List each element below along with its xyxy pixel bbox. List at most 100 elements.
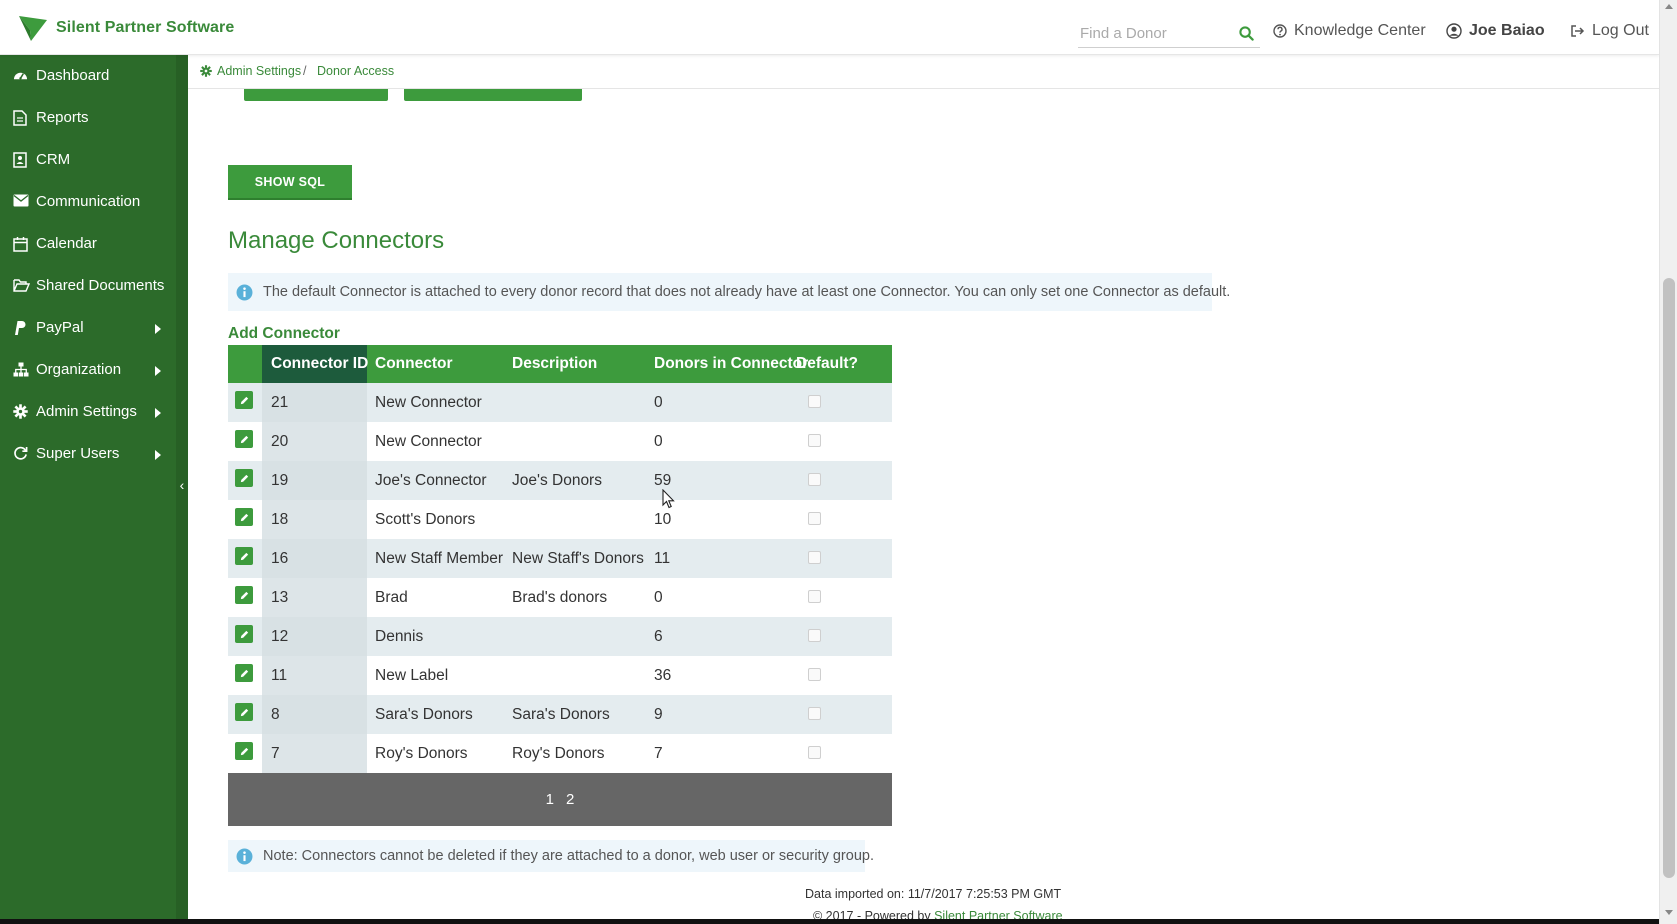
scroll-down-icon[interactable] [1665,910,1673,915]
edit-button[interactable] [235,625,253,643]
sidebar-collapse-button[interactable]: ‹ [176,473,188,497]
cell-donors: 7 [654,745,663,762]
default-checkbox[interactable] [808,707,821,720]
sidebar-item-dashboard[interactable]: Dashboard [0,55,176,97]
caret-right-icon [155,366,161,376]
page-1-link[interactable]: 1 [546,791,554,808]
edit-button[interactable] [235,469,253,487]
connectors-table: Connector ID Connector Description Donor… [228,345,892,826]
header-donors[interactable]: Donors in Connector [654,345,808,383]
sidebar-item-communication[interactable]: Communication [0,181,176,223]
default-checkbox[interactable] [808,473,821,486]
search-icon[interactable] [1239,26,1254,41]
pencil-icon [239,746,250,757]
cell-connector: Dennis [375,628,424,645]
default-checkbox[interactable] [808,590,821,603]
cell-donors: 0 [654,394,663,411]
user-menu[interactable]: Joe Baiao [1446,22,1545,40]
cell-connector: Joe's Connector [375,472,487,489]
cell-donors: 11 [654,550,671,567]
default-checkbox[interactable] [808,434,821,447]
sign-out-icon [1570,24,1585,38]
cell-donors: 0 [654,433,663,450]
table-row: 21 New Connector 0 [228,383,892,422]
cell-id: 8 [262,695,367,734]
breadcrumb-admin-settings[interactable]: Admin Settings [217,64,301,78]
edit-button[interactable] [235,547,253,565]
cell-donors: 36 [654,667,672,684]
envelope-icon [13,194,29,207]
edit-button[interactable] [235,391,253,409]
search-input[interactable] [1080,22,1240,44]
partial-button-left[interactable] [244,89,388,101]
page-2-link[interactable]: 2 [566,791,574,808]
sidebar: Dashboard Reports CRM Communication Cale… [0,55,188,924]
breadcrumb: Admin Settings / Donor Access [188,55,1659,89]
table-header: Connector ID Connector Description Donor… [228,345,892,383]
cell-id: 12 [262,617,367,656]
page-scrollbar[interactable] [1659,0,1677,924]
sidebar-item-admin-settings[interactable]: Admin Settings [0,391,176,433]
sidebar-item-label: PayPal [36,319,84,336]
edit-button[interactable] [235,508,253,526]
caret-right-icon [155,408,161,418]
sidebar-item-super-users[interactable]: Super Users [0,433,176,475]
cell-id: 20 [262,422,367,461]
sidebar-item-shared-documents[interactable]: Shared Documents [0,265,176,307]
default-checkbox[interactable] [808,551,821,564]
add-connector-link[interactable]: Add Connector [228,325,340,343]
sidebar-item-paypal[interactable]: PayPal [0,307,176,349]
sidebar-item-label: CRM [36,151,71,168]
edit-button[interactable] [235,430,253,448]
knowledge-center-link[interactable]: Knowledge Center [1273,22,1426,40]
cell-description: Sara's Donors [512,706,610,723]
sidebar-item-label: Organization [36,361,122,378]
donor-search [1078,20,1260,48]
pencil-icon [239,473,250,484]
caret-right-icon [155,450,161,460]
sidebar-item-crm[interactable]: CRM [0,139,176,181]
cell-donors: 0 [654,589,663,606]
partial-button-right[interactable] [404,89,582,101]
default-checkbox[interactable] [808,746,821,759]
logo[interactable]: Silent Partner Software [18,14,234,42]
sidebar-item-reports[interactable]: Reports [0,97,176,139]
sidebar-item-label: Super Users [36,445,120,462]
header-connector[interactable]: Connector [375,345,453,383]
edit-button[interactable] [235,664,253,682]
pagination: 1 2 [228,773,892,826]
refresh-icon [13,446,28,461]
pencil-icon [239,590,250,601]
edit-button[interactable] [235,703,253,721]
header-description[interactable]: Description [512,345,597,383]
cell-id: 11 [262,656,367,695]
default-checkbox[interactable] [808,668,821,681]
breadcrumb-separator: / [303,64,307,78]
cell-description: Roy's Donors [512,745,605,762]
scrollbar-thumb[interactable] [1663,278,1675,878]
paypal-icon [13,320,26,336]
header-connector-id[interactable]: Connector ID [262,345,368,383]
logout-link[interactable]: Log Out [1570,22,1649,40]
cell-description: Joe's Donors [512,472,602,489]
cell-id: 16 [262,539,367,578]
edit-button[interactable] [235,586,253,604]
sidebar-item-organization[interactable]: Organization [0,349,176,391]
pencil-icon [239,629,250,640]
show-sql-button[interactable]: SHOW SQL [228,165,352,200]
bottom-bar [0,919,1659,924]
sidebar-item-label: Communication [36,193,141,210]
default-checkbox[interactable] [808,512,821,525]
dashboard-icon [13,68,28,83]
sidebar-item-label: Calendar [36,235,97,252]
scroll-up-icon[interactable] [1665,4,1673,9]
cell-id: 19 [262,461,367,500]
edit-button[interactable] [235,742,253,760]
header-default[interactable]: Default? [796,345,858,383]
reports-icon [13,110,27,126]
info-circle-icon [236,848,253,865]
default-checkbox[interactable] [808,629,821,642]
default-checkbox[interactable] [808,395,821,408]
cell-connector: Sara's Donors [375,706,473,723]
sidebar-item-calendar[interactable]: Calendar [0,223,176,265]
